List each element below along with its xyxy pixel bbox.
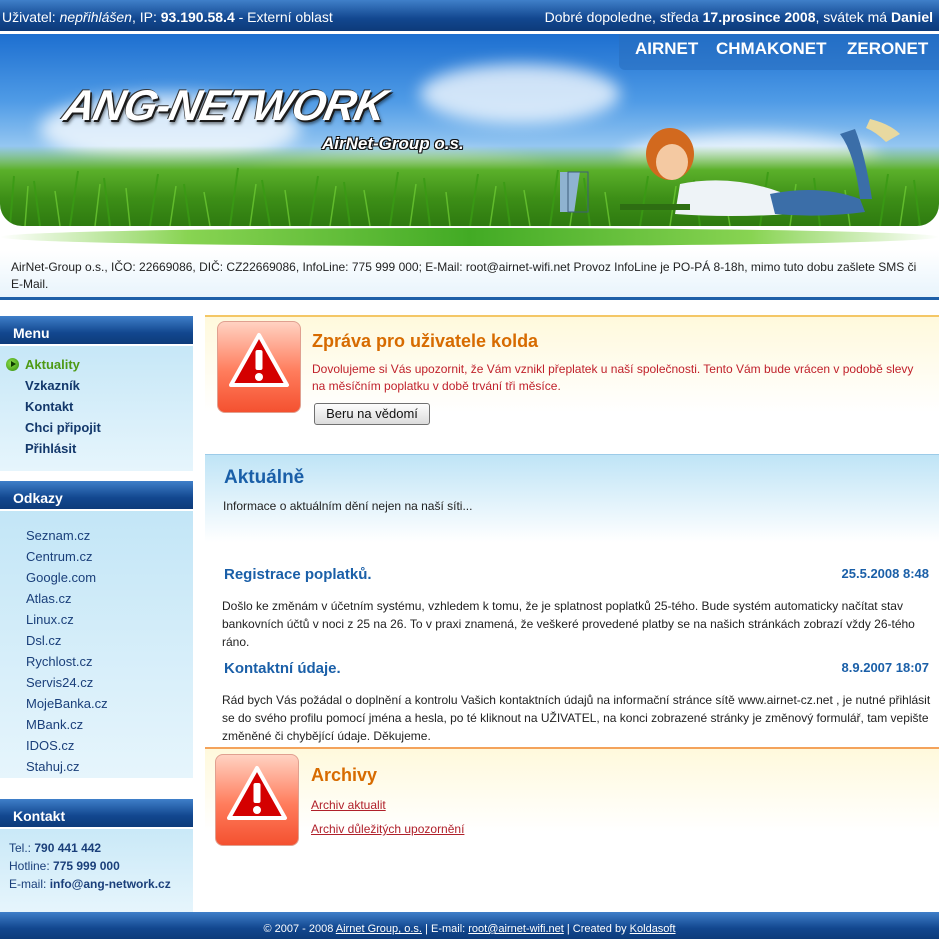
link-item[interactable]: Linux.cz — [26, 609, 193, 630]
network-nav: AIRNET CHMAKONET ZERONET — [619, 34, 939, 70]
contact-heading: Kontakt — [0, 799, 193, 829]
ip-value: 93.190.58.4 — [160, 9, 235, 25]
current-date: 17.prosince 2008 — [702, 9, 816, 25]
links-list: Seznam.cz Centrum.cz Google.com Atlas.cz… — [0, 511, 193, 777]
hotline-value: 775 999 000 — [53, 859, 120, 873]
links-box: Odkazy Seznam.cz Centrum.cz Google.com A… — [0, 481, 193, 778]
header-banner: ANG-NETWORK AirNet-Group o.s. AIRNET CHM… — [0, 34, 939, 226]
footer-email-label: | E-mail: — [425, 923, 466, 935]
greeting: Dobré dopoledne, středa — [544, 9, 699, 25]
nav-chmakonet[interactable]: CHMAKONET — [716, 39, 827, 59]
tel-label: Tel.: — [9, 841, 32, 855]
acknowledge-button[interactable]: Beru na vědomí — [314, 403, 430, 425]
link-item[interactable]: Rychlost.cz — [26, 651, 193, 672]
user-value: nepřihlášen — [59, 9, 132, 25]
user-alert-box: Zpráva pro uživatele kolda Dovolujeme si… — [205, 315, 939, 453]
alert-title: Zpráva pro uživatele kolda — [312, 331, 539, 351]
company-info-text: AirNet-Group o.s., IČO: 22669086, DIČ: C… — [11, 260, 917, 291]
menu-item-prihlasit[interactable]: Přihlásit — [25, 438, 193, 459]
contact-details: Tel.: 790 441 442 Hotline: 775 999 000 E… — [0, 829, 193, 893]
girl-with-laptop-image — [560, 119, 900, 216]
menu-list: Aktuality Vzkazník Kontakt Chci připojit… — [0, 346, 193, 459]
warning-icon — [217, 321, 301, 413]
user-label: Uživatel: — [2, 9, 56, 25]
news-item-text: Došlo ke změnám v účetním systému, vzhle… — [222, 599, 915, 649]
link-item[interactable]: Stahuj.cz — [26, 756, 193, 777]
news-item-date: 8.9.2007 18:07 — [841, 660, 929, 675]
warning-icon — [215, 754, 299, 846]
nav-airnet[interactable]: AIRNET — [635, 39, 698, 59]
creator-link[interactable]: Koldasoft — [630, 923, 676, 935]
copyright: © 2007 - 2008 — [263, 923, 334, 935]
links-heading: Odkazy — [0, 481, 193, 511]
menu-item-aktuality[interactable]: Aktuality — [6, 354, 193, 375]
nameday-label: , svátek má — [815, 9, 888, 25]
archive-warnings-link[interactable]: Archiv důležitých upozornění — [311, 822, 464, 836]
news-lead: Informace o aktuálním dění nejen na naší… — [223, 499, 473, 513]
nameday: Daniel — [890, 9, 933, 25]
news-item-title: Registrace poplatků. — [224, 566, 372, 583]
menu-heading: Menu — [0, 316, 193, 346]
link-item[interactable]: Atlas.cz — [26, 588, 193, 609]
news-section: Aktuálně Informace o aktuálním dění neje… — [205, 454, 939, 746]
footer-email-link[interactable]: root@airnet-wifi.net — [468, 923, 564, 935]
news-item-text: Rád bych Vás požádal o doplnění a kontro… — [222, 693, 931, 743]
footer: © 2007 - 2008 Airnet Group, o.s. | E-mai… — [0, 912, 939, 939]
link-item[interactable]: Google.com — [26, 567, 193, 588]
arrow-bullet-icon — [6, 358, 19, 371]
site-sublogo: AirNet-Group o.s. — [322, 134, 464, 153]
archive-news-link[interactable]: Archiv aktualit — [311, 798, 386, 812]
company-info-strip: AirNet-Group o.s., IČO: 22669086, DIČ: C… — [0, 250, 939, 300]
tel-value: 790 441 442 — [34, 841, 102, 855]
ip-label: , IP: — [131, 9, 157, 25]
zone-label: - Externí oblast — [238, 9, 333, 25]
menu-item-vzkaznik[interactable]: Vzkazník — [25, 375, 193, 396]
menu-box: Menu Aktuality Vzkazník Kontakt Chci při… — [0, 316, 193, 471]
site-logo[interactable]: ANG-NETWORK — [59, 82, 390, 131]
link-item[interactable]: Dsl.cz — [26, 630, 193, 651]
nav-zeronet[interactable]: ZERONET — [847, 39, 928, 59]
archive-box: Archivy Archiv aktualit Archiv důležitýc… — [205, 747, 939, 867]
news-heading: Aktuálně — [224, 467, 305, 488]
menu-item-kontakt[interactable]: Kontakt — [25, 396, 193, 417]
link-item[interactable]: Servis24.cz — [26, 672, 193, 693]
archive-title: Archivy — [311, 765, 378, 785]
news-item-date: 25.5.2008 8:48 — [841, 566, 929, 581]
link-item[interactable]: MBank.cz — [26, 714, 193, 735]
email-label: E-mail: — [9, 877, 47, 891]
green-divider — [0, 228, 939, 246]
date-greeting: Dobré dopoledne, středa 17.prosince 2008… — [545, 9, 933, 25]
link-item[interactable]: IDOS.cz — [26, 735, 193, 756]
news-item-title: Kontaktní údaje. — [224, 660, 341, 677]
user-status: Uživatel: nepřihlášen, IP: 93.190.58.4 -… — [2, 9, 333, 25]
menu-item-chci-pripojit[interactable]: Chci připojit — [25, 417, 193, 438]
hotline-label: Hotline: — [9, 859, 50, 873]
org-link[interactable]: Airnet Group, o.s. — [336, 923, 422, 935]
top-status-bar: Uživatel: nepřihlášen, IP: 93.190.58.4 -… — [0, 0, 939, 31]
link-item[interactable]: Seznam.cz — [26, 525, 193, 546]
link-item[interactable]: Centrum.cz — [26, 546, 193, 567]
footer-created-label: | Created by — [566, 923, 627, 935]
contact-box: Kontakt Tel.: 790 441 442 Hotline: 775 9… — [0, 799, 193, 912]
alert-text: Dovolujeme si Vás upozornit, že Vám vzni… — [312, 362, 914, 393]
email-value[interactable]: info@ang-network.cz — [50, 877, 171, 891]
link-item[interactable]: MojeBanka.cz — [26, 693, 193, 714]
